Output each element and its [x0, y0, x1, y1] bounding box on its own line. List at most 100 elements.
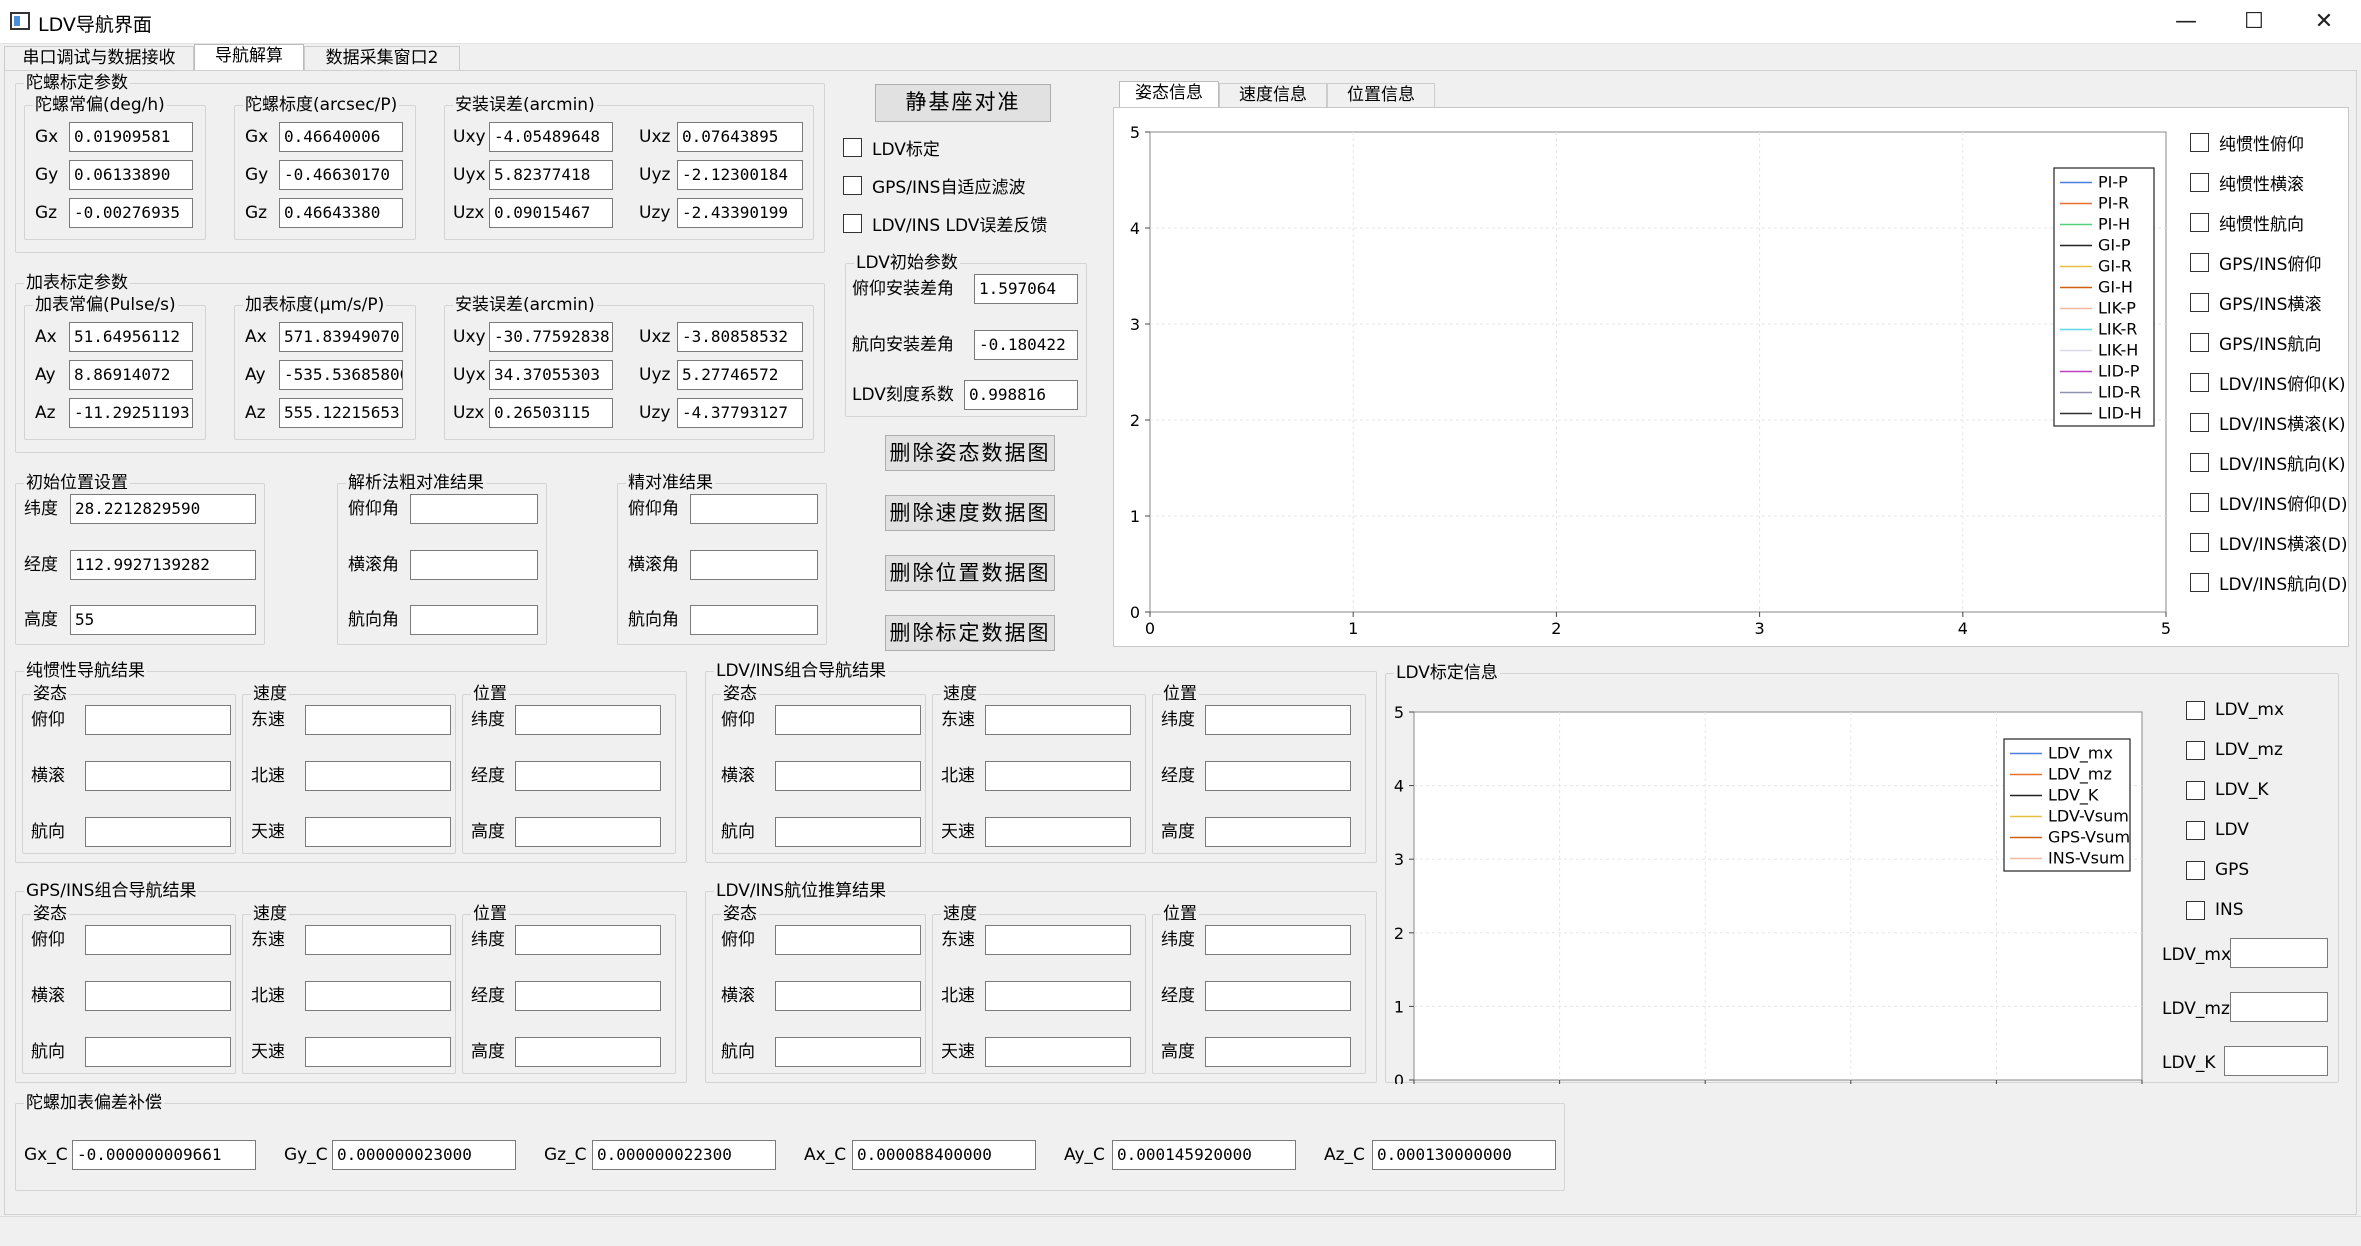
coarse-roll-field[interactable]: [410, 550, 538, 580]
tab-velocity-info[interactable]: 速度信息: [1219, 83, 1327, 107]
maximize-button[interactable]: ☐: [2220, 0, 2288, 44]
gyro-bias-gx-field[interactable]: 0.01909581: [69, 122, 193, 152]
checkbox-box[interactable]: [2190, 413, 2209, 432]
checkbox-box[interactable]: [2186, 860, 2205, 880]
gyro-uxz-field[interactable]: 0.07643895: [677, 122, 803, 152]
gyro-uzx-field[interactable]: 0.09015467: [489, 198, 613, 228]
checkbox-box[interactable]: [2186, 780, 2205, 800]
series-checkbox[interactable]: LDV/INS横滚(K): [2190, 410, 2346, 435]
coarse-pitch-field[interactable]: [410, 494, 538, 524]
acc-bias-ay-field[interactable]: 8.86914072: [69, 360, 193, 390]
checkbox-box[interactable]: [2190, 213, 2209, 232]
latitude-field[interactable]: 28.2212829590: [70, 494, 256, 524]
dr-alt-field[interactable]: [1205, 1037, 1351, 1067]
checkbox-box[interactable]: [2190, 373, 2209, 392]
altitude-field[interactable]: 55: [70, 605, 256, 635]
ins-lat-field[interactable]: [515, 705, 661, 735]
fine-pitch-field[interactable]: [690, 494, 818, 524]
series-checkbox[interactable]: 纯惯性航向: [2190, 210, 2304, 235]
ldvins-roll-field[interactable]: [775, 761, 921, 791]
checkbox-box[interactable]: [2190, 453, 2209, 472]
ldv-calib-checkbox[interactable]: LDV_mz: [2186, 740, 2283, 760]
gyro-uzy-field[interactable]: -2.43390199: [677, 198, 803, 228]
ldv-mx-field[interactable]: [2230, 938, 2328, 968]
gps-ins-filter-checkbox[interactable]: GPS/INS自适应滤波: [843, 173, 1025, 198]
ldv-calib-checkbox[interactable]: LDV_mx: [2186, 700, 2284, 720]
acc-scale-ax-field[interactable]: 571.83949070: [279, 322, 403, 352]
ldv-ins-feedback-checkbox[interactable]: LDV/INS LDV误差反馈: [843, 211, 1047, 236]
gyro-bias-gz-field[interactable]: -0.00276935: [69, 198, 193, 228]
series-checkbox[interactable]: GPS/INS横滚: [2190, 290, 2321, 315]
minimize-button[interactable]: —: [2152, 0, 2220, 44]
ax-comp-field[interactable]: 0.000088400000: [852, 1140, 1036, 1170]
checkbox-box[interactable]: [2190, 133, 2209, 152]
checkbox-box[interactable]: [2186, 900, 2205, 920]
tab-position-info[interactable]: 位置信息: [1327, 83, 1435, 107]
fine-heading-field[interactable]: [690, 605, 818, 635]
ins-heading-field[interactable]: [85, 817, 231, 847]
acc-bias-az-field[interactable]: -11.29251193: [69, 398, 193, 428]
acc-uxy-field[interactable]: -30.77592838: [489, 322, 613, 352]
tab-serial[interactable]: 串口调试与数据接收: [4, 46, 194, 70]
az-comp-field[interactable]: 0.000130000000: [1372, 1140, 1556, 1170]
gyro-uyx-field[interactable]: 5.82377418: [489, 160, 613, 190]
ldv-mz-field[interactable]: [2230, 992, 2328, 1022]
series-checkbox[interactable]: 纯惯性横滚: [2190, 170, 2304, 195]
ins-pitch-field[interactable]: [85, 705, 231, 735]
checkbox-box[interactable]: [2190, 493, 2209, 512]
ldvins-pitch-field[interactable]: [775, 705, 921, 735]
ldv-calib-checkbox[interactable]: LDV: [2186, 820, 2249, 840]
ldvins-east-vel-field[interactable]: [985, 705, 1131, 735]
gpsins-up-vel-field[interactable]: [305, 1037, 451, 1067]
checkbox-box[interactable]: [2190, 173, 2209, 192]
gpsins-heading-field[interactable]: [85, 1037, 231, 1067]
checkbox-box[interactable]: [843, 214, 862, 233]
gpsins-lon-field[interactable]: [515, 981, 661, 1011]
gyro-uyz-field[interactable]: -2.12300184: [677, 160, 803, 190]
tab-attitude-info[interactable]: 姿态信息: [1119, 81, 1219, 107]
checkbox-box[interactable]: [2190, 333, 2209, 352]
fine-roll-field[interactable]: [690, 550, 818, 580]
ldvins-heading-field[interactable]: [775, 817, 921, 847]
ay-comp-field[interactable]: 0.000145920000: [1112, 1140, 1296, 1170]
dr-lat-field[interactable]: [1205, 925, 1351, 955]
acc-uzx-field[interactable]: 0.26503115: [489, 398, 613, 428]
series-checkbox[interactable]: 纯惯性俯仰: [2190, 130, 2304, 155]
checkbox-box[interactable]: [2190, 293, 2209, 312]
ldvins-up-vel-field[interactable]: [985, 817, 1131, 847]
ldv-heading-offset-field[interactable]: -0.180422: [974, 330, 1078, 360]
checkbox-box[interactable]: [843, 138, 862, 157]
ldvins-north-vel-field[interactable]: [985, 761, 1131, 791]
ldv-calib-checkbox[interactable]: INS: [2186, 900, 2244, 920]
delete-attitude-plot-button[interactable]: 删除姿态数据图: [885, 435, 1055, 471]
ins-up-vel-field[interactable]: [305, 817, 451, 847]
dr-north-vel-field[interactable]: [985, 981, 1131, 1011]
close-button[interactable]: ✕: [2290, 0, 2358, 44]
ins-east-vel-field[interactable]: [305, 705, 451, 735]
tab-navigation[interactable]: 导航解算: [194, 44, 304, 70]
checkbox-box[interactable]: [2186, 700, 2205, 720]
acc-uxz-field[interactable]: -3.80858532: [677, 322, 803, 352]
series-checkbox[interactable]: GPS/INS航向: [2190, 330, 2321, 355]
ldv-pitch-offset-field[interactable]: 1.597064: [974, 274, 1078, 304]
checkbox-box[interactable]: [2190, 573, 2209, 592]
gpsins-pitch-field[interactable]: [85, 925, 231, 955]
ins-alt-field[interactable]: [515, 817, 661, 847]
dr-heading-field[interactable]: [775, 1037, 921, 1067]
gyro-scale-gx-field[interactable]: 0.46640006: [279, 122, 403, 152]
gpsins-alt-field[interactable]: [515, 1037, 661, 1067]
delete-velocity-plot-button[interactable]: 删除速度数据图: [885, 495, 1055, 531]
ldvins-lon-field[interactable]: [1205, 761, 1351, 791]
dr-lon-field[interactable]: [1205, 981, 1351, 1011]
delete-position-plot-button[interactable]: 删除位置数据图: [885, 555, 1055, 591]
gyro-uxy-field[interactable]: -4.05489648: [489, 122, 613, 152]
acc-uzy-field[interactable]: -4.37793127: [677, 398, 803, 428]
series-checkbox[interactable]: LDV/INS俯仰(D): [2190, 490, 2348, 515]
longitude-field[interactable]: 112.9927139282: [70, 550, 256, 580]
ldvins-alt-field[interactable]: [1205, 817, 1351, 847]
ldv-scale-field[interactable]: 0.998816: [964, 380, 1078, 410]
dr-up-vel-field[interactable]: [985, 1037, 1131, 1067]
acc-scale-az-field[interactable]: 555.12215653: [279, 398, 403, 428]
series-checkbox[interactable]: LDV/INS俯仰(K): [2190, 370, 2346, 395]
ldv-calib-checkbox[interactable]: LDV_K: [2186, 780, 2269, 800]
